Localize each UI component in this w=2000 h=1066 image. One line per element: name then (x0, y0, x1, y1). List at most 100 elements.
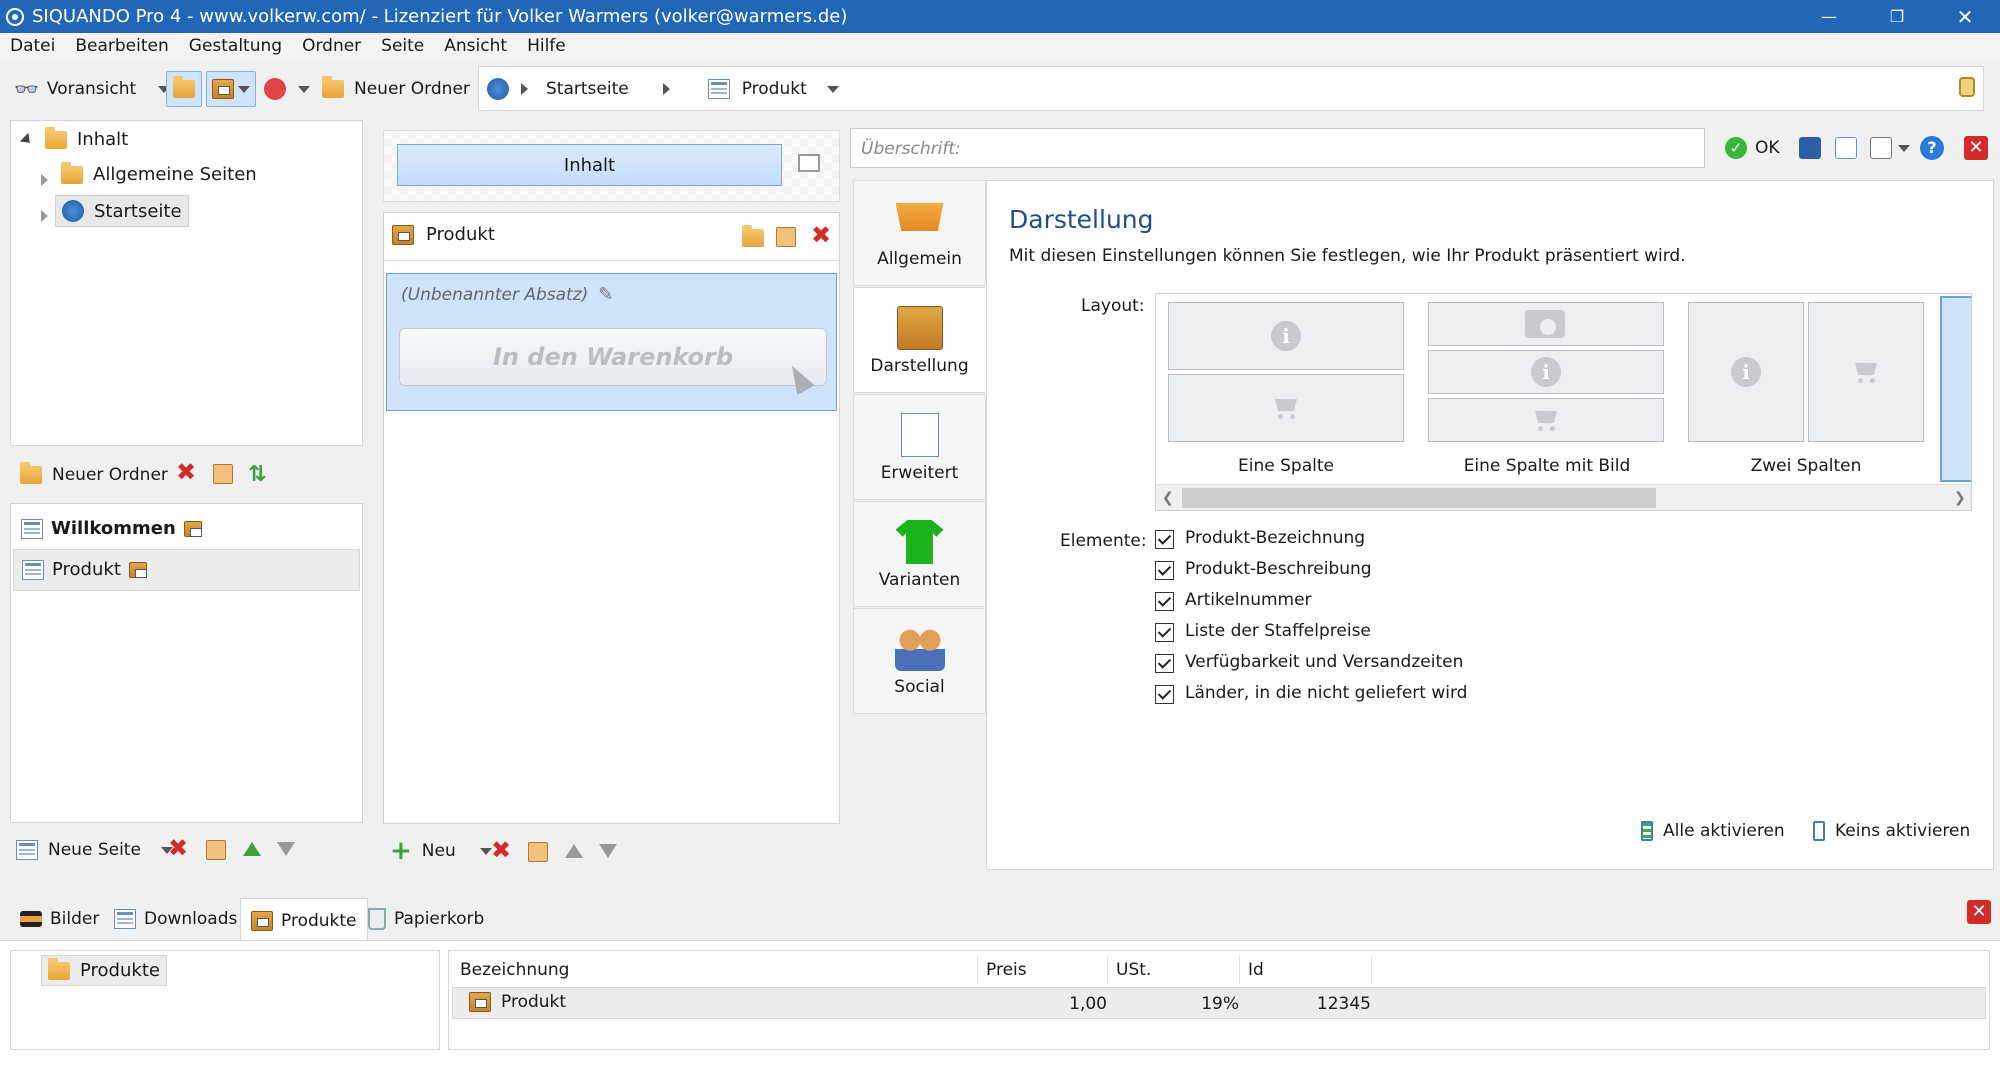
element-checkbox-1[interactable] (1155, 561, 1174, 580)
scroll-left-icon[interactable]: ❮ (1162, 490, 1174, 506)
element-checkbox-4[interactable] (1155, 654, 1174, 673)
tree-item-allgemeine-seiten[interactable]: Allgemeine Seiten (61, 161, 257, 185)
preview-page-icon[interactable] (1835, 137, 1857, 159)
chevron-down-icon[interactable] (238, 85, 250, 93)
menu-datei[interactable]: Datei (0, 36, 65, 56)
element-checkbox-2[interactable] (1155, 592, 1174, 611)
column-ust[interactable]: USt. (1108, 956, 1240, 984)
column-bezeichnung[interactable]: Bezeichnung (452, 956, 978, 984)
tree-item-inhalt[interactable]: Inhalt (45, 126, 128, 150)
layout-option-zwei-spalten[interactable]: i Zwei Spalten (1674, 294, 1936, 484)
column-id[interactable]: Id (1240, 956, 1372, 984)
collapse-icon[interactable] (19, 132, 35, 148)
pencil-icon[interactable]: ✎ (598, 284, 613, 305)
menu-bearbeiten[interactable]: Bearbeiten (65, 36, 178, 56)
close-bottom-panel-icon[interactable]: ✕ (1967, 900, 1991, 924)
move-up-icon[interactable] (243, 842, 261, 856)
copy-page-icon[interactable] (206, 840, 226, 860)
deactivate-all-button[interactable]: Keins aktivieren (1813, 811, 1970, 851)
tab-erweitert[interactable]: Erweitert (853, 394, 986, 500)
new-block-button[interactable]: + Neu (390, 831, 492, 871)
scrollbar-thumb[interactable] (1182, 488, 1656, 508)
page-item-willkommen[interactable]: Willkommen (21, 518, 202, 539)
breadcrumb-item-startseite[interactable]: Startseite (546, 79, 629, 99)
delete-folder-icon[interactable]: ✖ (176, 460, 196, 484)
chevron-down-icon[interactable] (298, 85, 310, 93)
layout-scrollbar[interactable]: ❮ ❯ (1156, 484, 1971, 510)
move-up-icon[interactable] (565, 844, 583, 858)
chevron-down-icon[interactable] (479, 847, 492, 855)
delete-block-icon[interactable]: ✖ (491, 838, 511, 862)
copy-block-icon[interactable] (776, 227, 796, 247)
edit-icon[interactable] (1870, 137, 1892, 159)
lock-icon[interactable] (1959, 77, 1975, 97)
activate-all-button[interactable]: Alle aktivieren (1641, 811, 1785, 851)
ok-button[interactable]: ✓ OK (1725, 128, 1780, 168)
menu-ordner[interactable]: Ordner (292, 36, 371, 56)
close-editor-icon[interactable]: ✕ (1964, 136, 1988, 160)
layout-option-selected[interactable] (1940, 296, 1971, 482)
tab-varianten[interactable]: Varianten (853, 501, 986, 607)
new-folder-icon (20, 462, 42, 484)
preview-button[interactable]: 👓 Voransicht (14, 69, 171, 109)
tab-produkte[interactable]: Produkte (240, 898, 368, 942)
delete-page-icon[interactable]: ✖ (168, 836, 188, 860)
paragraph-block[interactable]: (Unbenannter Absatz) ✎ In den Warenkorb (386, 273, 837, 411)
menu-hilfe[interactable]: Hilfe (517, 36, 576, 56)
page-item-produkt[interactable]: Produkt (13, 549, 360, 591)
menu-ansicht[interactable]: Ansicht (434, 36, 517, 56)
layout-icon[interactable] (798, 154, 820, 172)
expand-icon[interactable] (41, 207, 48, 226)
chevron-down-icon[interactable] (1898, 145, 1910, 152)
sort-icon[interactable]: ⇅ (248, 462, 266, 487)
menu-gestaltung[interactable]: Gestaltung (179, 36, 292, 56)
move-to-folder-icon[interactable] (742, 225, 764, 247)
layout-option-eine-spalte[interactable]: i Eine Spalte (1156, 294, 1412, 484)
copy-icon[interactable] (528, 842, 548, 862)
tab-inhalt[interactable]: Inhalt (397, 144, 782, 186)
column-preis[interactable]: Preis (978, 956, 1108, 984)
element-checkbox-3[interactable] (1155, 623, 1174, 642)
minimize-button[interactable]: — (1796, 0, 1862, 33)
move-down-icon[interactable] (277, 842, 295, 856)
delete-block-icon[interactable]: ✖ (811, 223, 831, 247)
product-box-icon (128, 561, 147, 578)
new-page-button[interactable]: Neue Seite (16, 830, 173, 870)
product-view-toggle[interactable] (206, 71, 256, 107)
scroll-right-icon[interactable]: ❯ (1954, 490, 1966, 506)
new-folder-button[interactable]: Neuer Ordner (20, 455, 168, 495)
element-label-1[interactable]: Produkt-Beschreibung (1185, 559, 1372, 579)
new-folder-toolbar-button[interactable]: Neuer Ordner (322, 69, 470, 109)
help-icon[interactable]: ? (1920, 136, 1944, 160)
tab-downloads[interactable]: Downloads (104, 898, 247, 940)
element-checkbox-5[interactable] (1155, 685, 1174, 704)
chevron-down-icon[interactable] (826, 85, 839, 93)
copy-folder-icon[interactable] (213, 464, 233, 484)
element-label-0[interactable]: Produkt-Bezeichnung (1185, 528, 1365, 548)
breadcrumb-item-produkt[interactable]: Produkt (742, 79, 807, 99)
move-down-icon[interactable] (599, 844, 617, 858)
product-folder-produkte[interactable]: Produkte (41, 955, 167, 986)
tab-darstellung[interactable]: Darstellung (853, 287, 986, 393)
element-label-4[interactable]: Verfügbarkeit und Versandzeiten (1185, 652, 1463, 672)
element-label-2[interactable]: Artikelnummer (1185, 590, 1312, 610)
save-icon[interactable] (1799, 137, 1821, 159)
element-label-3[interactable]: Liste der Staffelpreise (1185, 621, 1371, 641)
tab-allgemein[interactable]: Allgemein (853, 180, 986, 286)
element-label-5[interactable]: Länder, in die nicht geliefert wird (1185, 683, 1467, 703)
element-checkbox-0[interactable] (1155, 530, 1174, 549)
close-window-button[interactable]: ✕ (1932, 0, 1998, 33)
table-row[interactable]: Produkt 1,00 19% 12345 (452, 987, 1986, 1019)
restore-button[interactable]: ❐ (1864, 0, 1930, 33)
tab-bilder[interactable]: Bilder (10, 898, 109, 940)
layout-option-eine-spalte-mit-bild[interactable]: i Eine Spalte mit Bild (1412, 294, 1674, 484)
menu-seite[interactable]: Seite (371, 36, 434, 56)
publish-button[interactable] (264, 69, 310, 109)
add-to-cart-button-preview[interactable]: In den Warenkorb (399, 328, 827, 386)
tree-view-toggle[interactable] (166, 71, 202, 107)
tab-social[interactable]: Social (853, 608, 986, 714)
tree-item-startseite[interactable]: Startseite (55, 195, 189, 227)
expand-icon[interactable] (41, 171, 48, 190)
heading-input[interactable]: Überschrift: (850, 128, 1705, 168)
tab-papierkorb[interactable]: Papierkorb (358, 898, 494, 940)
